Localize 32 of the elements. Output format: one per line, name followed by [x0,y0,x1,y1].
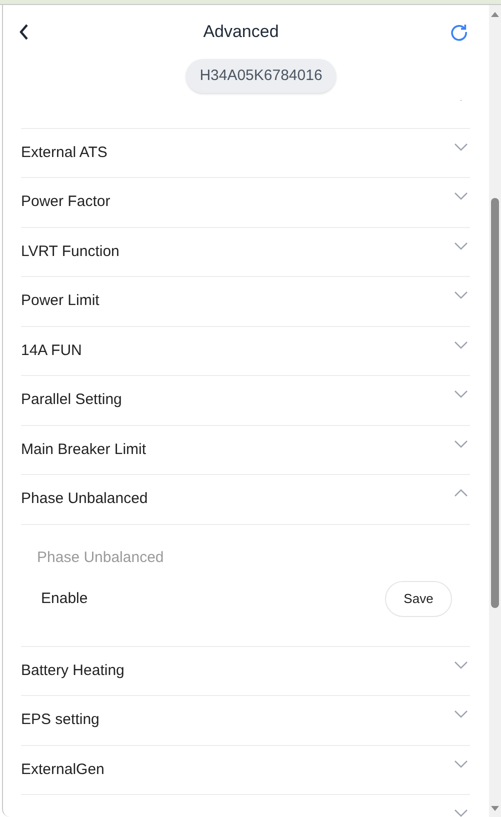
chevron-down-icon [454,660,468,668]
chevron-up-icon [454,489,468,497]
chevron-down-icon [454,142,468,150]
chevron-down-icon [454,291,468,299]
section-header[interactable]: EPS setting [21,696,470,746]
section-header[interactable]: Power Factor [21,178,470,228]
save-button[interactable]: Save [385,581,452,617]
section-header[interactable]: Power Limit [21,277,470,326]
page-title: Advanced [203,21,279,44]
section-header[interactable]: Main Breaker Limit [21,426,470,475]
chevron-down-icon [454,340,468,348]
scroll-down-icon[interactable] [491,806,499,811]
setting-label: Enable [41,588,88,609]
chevron-down-icon [454,760,468,768]
section-subtitle: Phase Unbalanced [37,548,164,568]
scroll-up-icon[interactable] [491,12,499,17]
section-header[interactable]: LVRT Function [21,228,470,277]
chevron-down-icon [454,440,468,448]
refresh-button[interactable] [449,22,469,42]
section-header[interactable]: ExternalGen [21,746,470,795]
section-header[interactable]: External ATS [21,128,470,178]
section-header[interactable]: 14A FUN [21,326,470,376]
section-header[interactable]: Parallel Setting [21,376,470,426]
scrollbar[interactable] [489,5,501,817]
chevron-down-icon [454,710,468,718]
section-header[interactable]: Phase Unbalanced [21,475,470,524]
chevron-down-icon [454,809,468,817]
chevron-down-icon [454,192,468,200]
serial-chip: H34A05K6784016 [186,59,336,93]
chevron-down-icon [454,390,468,398]
section-header[interactable]: Battery Heating [21,646,470,696]
chevron-down-icon [454,242,468,250]
